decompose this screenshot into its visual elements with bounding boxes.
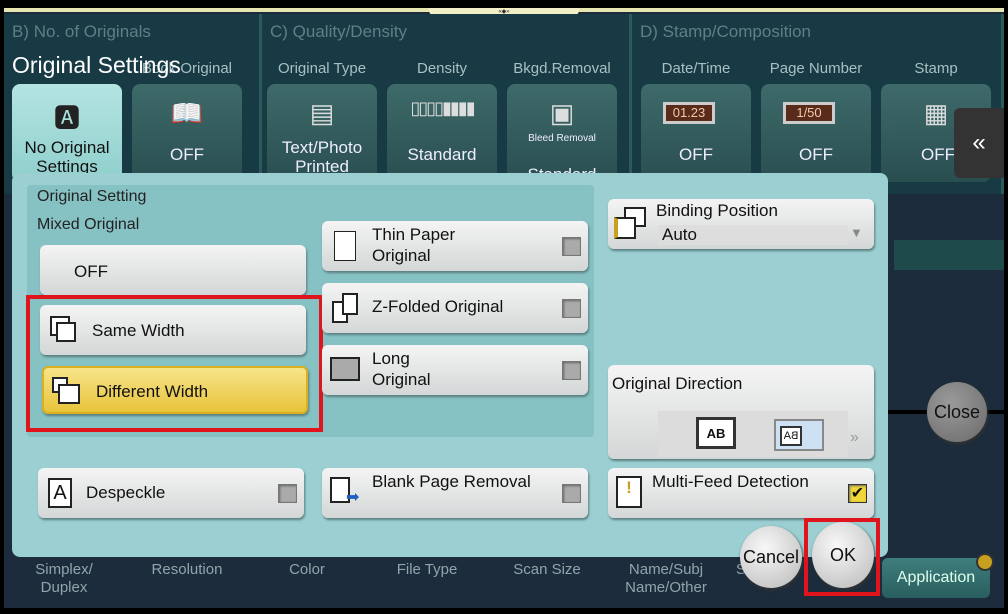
text-photo-icon: ▤ <box>309 98 335 128</box>
book-icon: 📖 <box>170 98 204 128</box>
tile-label-original-type: Original Type <box>277 60 367 77</box>
tile-label-bkgd: Bkgd.Removal <box>513 60 611 77</box>
despeckle-icon: A <box>48 478 76 508</box>
thin-paper-checkbox[interactable] <box>562 237 581 256</box>
tile-sub: Bleed Removal <box>528 133 596 144</box>
tile-page-number[interactable]: 1/50 OFF <box>761 84 871 182</box>
mixed-off-button[interactable]: OFF <box>40 245 306 295</box>
density-scale-icon: ▯▯▯▯▮▮▮▮ <box>410 98 475 118</box>
tile-label-stamp: Stamp <box>914 60 958 77</box>
button-label: OFF <box>74 262 108 281</box>
tile-date-time[interactable]: 01.23 OFF <box>641 84 751 182</box>
binding-label: Binding Position <box>656 201 778 220</box>
z-folded-icon <box>332 293 360 323</box>
despeckle-button[interactable]: A Despeckle <box>38 468 304 518</box>
background-bar <box>894 240 1004 270</box>
group-d-title: D) Stamp/Composition <box>640 22 812 41</box>
button-label: Long Original <box>372 349 431 389</box>
next-arrow-icon[interactable]: » <box>850 429 859 447</box>
tile-label-page: Page Number <box>769 60 863 77</box>
tile-value: OFF <box>170 145 204 164</box>
tab-name-subj[interactable]: Name/Subj Name/Other <box>616 561 716 597</box>
cancel-button[interactable]: Cancel <box>740 526 802 588</box>
tile-label-date: Date/Time <box>661 60 731 77</box>
tile-value: Text/Photo Printed <box>281 138 363 176</box>
binding-position-icon <box>614 207 646 239</box>
tab-color[interactable]: Color <box>267 561 347 579</box>
tile-label-density: Density <box>416 60 468 77</box>
blank-page-checkbox[interactable] <box>562 484 581 503</box>
tab-file-type[interactable]: File Type <box>382 561 472 579</box>
collapse-rewind-icon[interactable]: « <box>954 108 1004 178</box>
multi-feed-icon: ! <box>616 476 644 508</box>
button-label: Despeckle <box>86 483 166 502</box>
group-c-title: C) Quality/Density <box>270 22 407 41</box>
group-b-title: B) No. of Originals <box>12 22 151 41</box>
blank-page-icon: ➡ <box>330 477 359 506</box>
close-button[interactable]: Close <box>927 382 987 442</box>
tile-original-type[interactable]: ▤ Text/Photo Printed <box>267 84 377 182</box>
highlight-box-mixed <box>26 295 323 432</box>
tile-value: Standard <box>407 145 477 164</box>
indicator-lamp-icon <box>976 553 994 571</box>
tile-value: OFF <box>799 145 833 164</box>
multi-feed-detection-button[interactable]: ! Multi-Feed Detection ✔ <box>608 468 874 518</box>
ba-text: BA <box>780 426 802 446</box>
highlight-box-ok <box>804 518 880 596</box>
document-a-icon: 🅰 <box>53 103 80 133</box>
bleed-removal-icon: ▣ <box>549 98 575 128</box>
direction-label: Original Direction <box>612 374 743 393</box>
multi-feed-checkbox[interactable]: ✔ <box>848 484 867 503</box>
long-original-icon <box>330 357 360 385</box>
mixed-original-label: Mixed Original <box>37 216 140 233</box>
tile-book-original[interactable]: 📖 OFF <box>132 84 242 182</box>
tile-original-settings[interactable]: 🅰 No Original Settings <box>12 84 122 182</box>
z-folded-checkbox[interactable] <box>562 299 581 318</box>
tile-density[interactable]: ▯▯▯▯▮▮▮▮ Standard <box>387 84 497 182</box>
direction-ba-icon[interactable]: BA <box>774 419 824 451</box>
original-direction-button[interactable]: Original Direction AB BA » <box>608 365 874 459</box>
binding-position-dropdown[interactable]: Binding Position Auto ▼ <box>608 199 874 249</box>
date-stamp-icon: 01.23 <box>663 102 715 124</box>
tile-value: OFF <box>679 145 713 164</box>
screen: «◆» B) No. of Originals C) Quality/Densi… <box>4 8 1004 608</box>
binding-value: Auto <box>662 225 697 244</box>
section-title: Original Setting <box>37 188 147 205</box>
button-label: Blank Page Removal <box>372 472 531 491</box>
chevron-down-icon: ▼ <box>850 225 863 240</box>
tab-resolution[interactable]: Resolution <box>142 561 232 579</box>
page-number-icon: 1/50 <box>783 102 835 124</box>
direction-ab-icon[interactable]: AB <box>696 417 736 449</box>
original-settings-panel: Original Setting Mixed Original OFF Same… <box>12 173 888 557</box>
tile-value: No Original Settings <box>24 138 110 176</box>
popup-title: Original Settings <box>12 52 181 78</box>
despeckle-checkbox[interactable] <box>278 484 297 503</box>
long-original-button[interactable]: Long Original <box>322 345 588 395</box>
tab-simplex-duplex[interactable]: Simplex/ Duplex <box>24 561 104 597</box>
button-label: Thin Paper Original <box>372 225 456 265</box>
tab-scan-size[interactable]: Scan Size <box>502 561 592 579</box>
button-label: Z-Folded Original <box>372 297 504 316</box>
application-button[interactable]: Application <box>882 558 990 598</box>
tile-bkgd-removal[interactable]: ▣Bleed RemovalStandard <box>507 84 617 184</box>
thin-paper-icon <box>332 231 360 261</box>
thin-paper-button[interactable]: Thin Paper Original <box>322 221 588 271</box>
long-original-checkbox[interactable] <box>562 361 581 380</box>
z-folded-button[interactable]: Z-Folded Original <box>322 283 588 333</box>
button-label: Multi-Feed Detection <box>652 472 809 491</box>
blank-page-removal-button[interactable]: ➡ Blank Page Removal <box>322 468 588 518</box>
